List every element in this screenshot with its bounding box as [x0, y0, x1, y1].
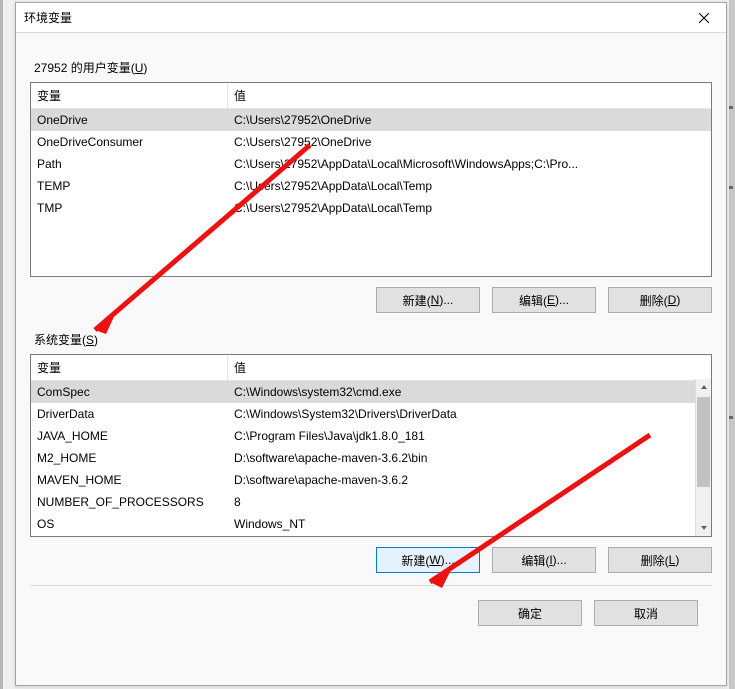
table-row[interactable]: M2_HOMED:\software\apache-maven-3.6.2\bi… — [31, 447, 711, 469]
cell-var: DriverData — [31, 405, 228, 423]
cancel-button[interactable]: 取消 — [594, 600, 698, 626]
cell-val: C:\Windows\system32\cmd.exe — [228, 383, 711, 401]
cell-val: D:\software\apache-maven-3.6.2 — [228, 471, 711, 489]
table-row[interactable]: DriverDataC:\Windows\System32\Drivers\Dr… — [31, 403, 711, 425]
cell-var: NUMBER_OF_PROCESSORS — [31, 493, 228, 511]
cell-val: Windows_NT — [228, 515, 711, 533]
user-vars-label: 27952 的用户变量(U) — [34, 59, 712, 76]
label-text: ) — [94, 333, 98, 347]
label-text: 系统变量( — [34, 333, 86, 347]
cell-val: C:\Users\27952\AppData\Local\Temp — [228, 177, 711, 195]
dialog-title: 环境变量 — [24, 9, 682, 26]
cell-val: C:\Windows\System32\Drivers\DriverData — [228, 405, 711, 423]
scrollbar-up-icon[interactable] — [696, 379, 711, 395]
scrollbar-thumb[interactable] — [697, 397, 710, 487]
label-accelerator: S — [86, 333, 94, 347]
window-edge-left — [0, 0, 3, 689]
scroll-mark — [729, 186, 733, 189]
table-row[interactable]: ComSpecC:\Windows\system32\cmd.exe — [31, 381, 711, 403]
label-text: 27952 的用户变量( — [34, 61, 135, 75]
system-buttons-row: 新建(W)... 编辑(I)... 删除(L) — [30, 547, 712, 573]
env-vars-dialog: 环境变量 27952 的用户变量(U) 变量 值 OneDriveC:\User… — [15, 2, 727, 686]
system-vars-list[interactable]: 变量 值 ComSpecC:\Windows\system32\cmd.exeD… — [30, 354, 712, 537]
column-header-val[interactable]: 值 — [228, 83, 711, 108]
cell-val: C:\Users\27952\AppData\Local\Temp — [228, 199, 711, 217]
dialog-footer: 确定 取消 — [30, 585, 712, 626]
table-row[interactable]: PathC:\Users\27952\AppData\Local\Microso… — [31, 153, 711, 175]
table-row[interactable]: TMPC:\Users\27952\AppData\Local\Temp — [31, 197, 711, 219]
column-header-val[interactable]: 值 — [228, 355, 711, 380]
cell-val: 8 — [228, 493, 711, 511]
scroll-mark — [729, 416, 733, 419]
close-icon — [699, 13, 709, 23]
table-row[interactable]: OneDriveC:\Users\27952\OneDrive — [31, 109, 711, 131]
table-row[interactable]: TEMPC:\Users\27952\AppData\Local\Temp — [31, 175, 711, 197]
system-delete-button[interactable]: 删除(L) — [608, 547, 712, 573]
system-new-button[interactable]: 新建(W)... — [376, 547, 480, 573]
list-rows: ComSpecC:\Windows\system32\cmd.exeDriver… — [31, 381, 711, 537]
cell-var: JAVA_HOME — [31, 427, 228, 445]
list-header: 变量 值 — [31, 355, 711, 381]
close-button[interactable] — [682, 3, 726, 33]
cell-val: C:\Users\27952\AppData\Local\Microsoft\W… — [228, 155, 711, 173]
label-text: ) — [143, 61, 147, 75]
column-header-var[interactable]: 变量 — [31, 355, 228, 380]
cell-var: OneDrive — [31, 111, 228, 129]
cell-var: OneDriveConsumer — [31, 133, 228, 151]
cell-var: OS — [31, 515, 228, 533]
table-row[interactable]: MAVEN_HOMED:\software\apache-maven-3.6.2 — [31, 469, 711, 491]
cell-val: C:\Program Files\Java\jdk1.8.0_181 — [228, 427, 711, 445]
list-header: 变量 值 — [31, 83, 711, 109]
ok-button[interactable]: 确定 — [478, 600, 582, 626]
table-row[interactable]: JAVA_HOMEC:\Program Files\Java\jdk1.8.0_… — [31, 425, 711, 447]
cell-var: Path — [31, 155, 228, 173]
user-buttons-row: 新建(N)... 编辑(E)... 删除(D) — [30, 287, 712, 313]
table-row[interactable]: OneDriveConsumerC:\Users\27952\OneDrive — [31, 131, 711, 153]
scroll-mark — [729, 106, 733, 109]
cell-val: C:\Users\27952\OneDrive — [228, 111, 711, 129]
cell-var: ComSpec — [31, 383, 228, 401]
user-vars-list[interactable]: 变量 值 OneDriveC:\Users\27952\OneDriveOneD… — [30, 82, 712, 277]
window-edge-right — [729, 0, 735, 689]
cell-var: M2_HOME — [31, 449, 228, 467]
user-new-button[interactable]: 新建(N)... — [376, 287, 480, 313]
list-rows: OneDriveC:\Users\27952\OneDriveOneDriveC… — [31, 109, 711, 277]
column-header-var[interactable]: 变量 — [31, 83, 228, 108]
dialog-titlebar: 环境变量 — [16, 3, 726, 33]
scrollbar[interactable] — [695, 379, 711, 536]
cell-var: TEMP — [31, 177, 228, 195]
scrollbar-down-icon[interactable] — [696, 520, 711, 536]
user-delete-button[interactable]: 删除(D) — [608, 287, 712, 313]
cell-val: C:\Users\27952\OneDrive — [228, 133, 711, 151]
system-edit-button[interactable]: 编辑(I)... — [492, 547, 596, 573]
table-row[interactable]: NUMBER_OF_PROCESSORS8 — [31, 491, 711, 513]
cell-var: MAVEN_HOME — [31, 471, 228, 489]
cell-val: D:\software\apache-maven-3.6.2\bin — [228, 449, 711, 467]
dialog-body: 27952 的用户变量(U) 变量 值 OneDriveC:\Users\279… — [16, 33, 726, 640]
table-row[interactable]: OSWindows_NT — [31, 513, 711, 535]
system-vars-label: 系统变量(S) — [34, 331, 712, 348]
cell-var: TMP — [31, 199, 228, 217]
user-edit-button[interactable]: 编辑(E)... — [492, 287, 596, 313]
